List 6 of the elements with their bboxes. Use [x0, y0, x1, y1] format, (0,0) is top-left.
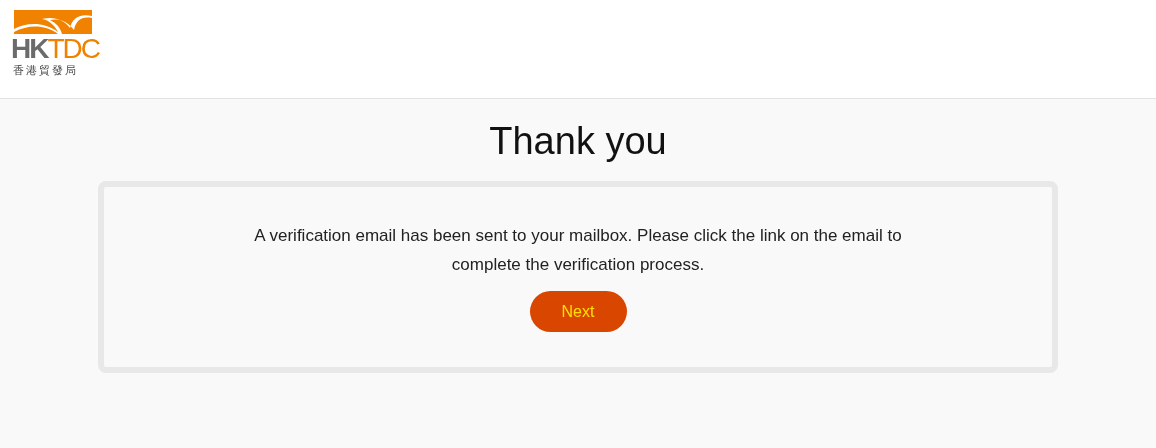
page-title: Thank you: [489, 119, 667, 163]
logo-swoosh-icon: [14, 10, 92, 34]
next-button[interactable]: Next: [529, 291, 627, 332]
logo-chinese-text: 香港貿發局: [13, 63, 78, 78]
logo-wordmark: HKTDC: [11, 36, 99, 62]
verification-message: A verification email has been sent to your mailbox. Please click the link on the email to complete the verification process.: [253, 225, 903, 276]
